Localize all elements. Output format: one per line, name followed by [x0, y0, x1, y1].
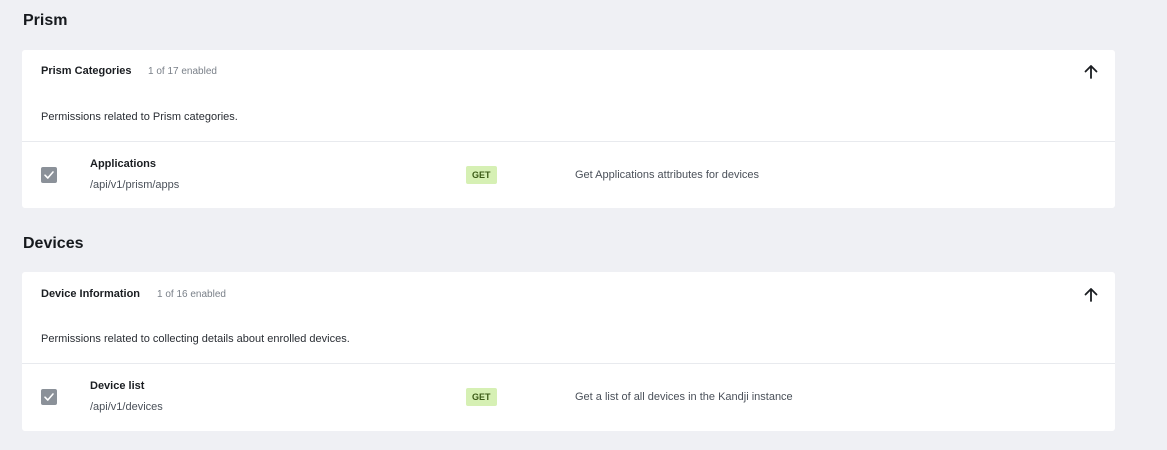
collapse-button[interactable]	[1081, 62, 1101, 82]
checkmark-icon	[44, 393, 54, 401]
section-title-prism: Prism	[23, 12, 68, 29]
permission-name: Applications	[90, 158, 157, 170]
api-permissions-page: Prism Prism Categories 1 of 17 enabled P…	[0, 0, 1167, 450]
category-name: Device Information	[41, 288, 141, 300]
category-description: Permissions related to collecting detail…	[41, 333, 350, 345]
permission-endpoint: /api/v1/prism/apps	[90, 179, 180, 191]
category-enabled-count: 1 of 17 enabled	[148, 66, 217, 77]
permission-checkbox[interactable]	[41, 167, 57, 183]
permission-description: Get Applications attributes for devices	[575, 169, 760, 181]
permission-name: Device list	[90, 380, 145, 392]
category-header[interactable]: Device Information 1 of 16 enabled	[22, 272, 1115, 316]
arrow-up-icon	[1084, 65, 1098, 79]
category-name: Prism Categories	[41, 65, 132, 77]
http-method-badge: GET	[466, 166, 497, 184]
category-description: Permissions related to Prism categories.	[41, 111, 238, 123]
collapse-button[interactable]	[1081, 285, 1101, 305]
permission-row-applications: Applications /api/v1/prism/apps GET Get …	[22, 142, 1115, 208]
category-enabled-count: 1 of 16 enabled	[157, 289, 226, 300]
permission-endpoint: /api/v1/devices	[90, 401, 163, 413]
category-card-devices: Device Information 1 of 16 enabled Permi…	[22, 272, 1115, 431]
category-card-prism: Prism Categories 1 of 17 enabled Permiss…	[22, 50, 1115, 208]
arrow-up-icon	[1084, 288, 1098, 302]
category-header[interactable]: Prism Categories 1 of 17 enabled	[22, 50, 1115, 94]
permission-description: Get a list of all devices in the Kandji …	[575, 391, 793, 403]
http-method-badge: GET	[466, 388, 497, 406]
permission-row-device-list: Device list /api/v1/devices GET Get a li…	[22, 364, 1115, 430]
checkmark-icon	[44, 171, 54, 179]
permission-checkbox[interactable]	[41, 389, 57, 405]
section-title-devices: Devices	[23, 235, 84, 252]
